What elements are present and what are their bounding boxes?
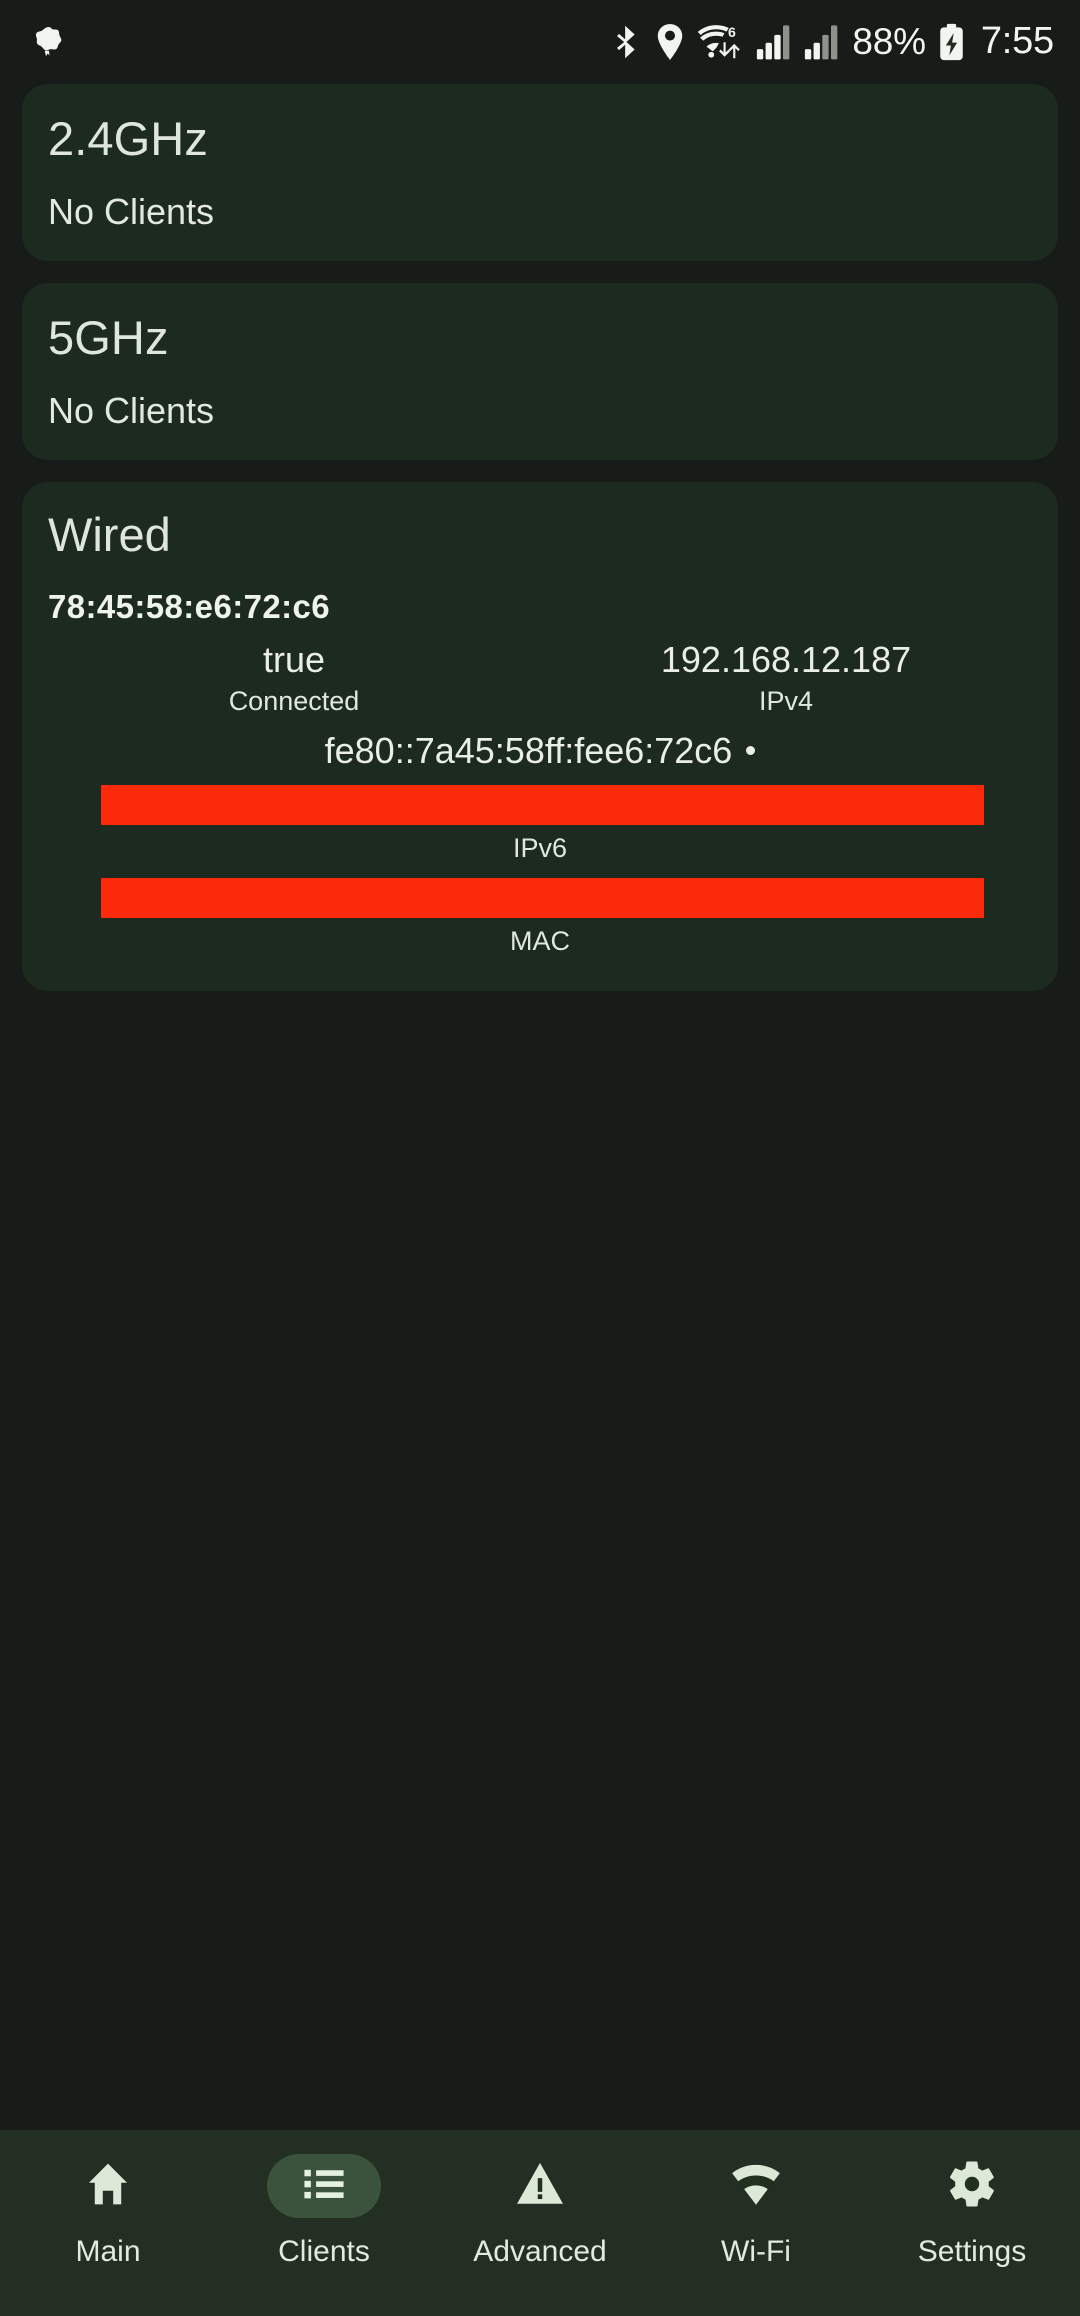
nav-item-main[interactable]: Main xyxy=(0,2154,216,2268)
bluetooth-icon xyxy=(610,23,643,61)
band-card-5ghz[interactable]: 5GHz No Clients xyxy=(22,283,1058,461)
wired-mac-heading: 78:45:58:e6:72:c6 xyxy=(48,587,330,625)
clients-list: 2.4GHz No Clients 5GHz No Clients Wired … xyxy=(0,84,1080,2130)
clock-label: 7:55 xyxy=(980,20,1054,62)
nav-item-wifi[interactable]: Wi-Fi xyxy=(648,2154,864,2268)
nav-item-clients[interactable]: Clients xyxy=(216,2154,432,2268)
signal-bars-1-icon xyxy=(756,23,791,61)
gear-icon xyxy=(945,2157,999,2216)
wired-mac-label: MAC xyxy=(510,925,570,956)
wired-card-title: Wired xyxy=(48,508,171,562)
band-card-title: 2.4GHz xyxy=(48,112,208,165)
nav-label-settings: Settings xyxy=(917,2235,1027,2268)
nav-item-advanced[interactable]: Advanced xyxy=(432,2154,648,2268)
home-icon xyxy=(82,2158,134,2215)
nav-label-main: Main xyxy=(75,2235,141,2268)
nav-pill-main xyxy=(51,2154,165,2218)
signal-bars-2-icon xyxy=(804,23,839,61)
wired-mac-block: MAC xyxy=(48,877,1032,957)
nav-item-settings[interactable]: Settings xyxy=(864,2154,1080,2268)
bullet-dot-icon xyxy=(746,746,756,756)
battery-percent-label: 88% xyxy=(852,20,926,62)
bottom-navigation-bar: Main Clients Advanced Wi-Fi Settings xyxy=(0,2130,1080,2316)
phone-screen: 6 88% 7:55 2.4GHz No Clients 5GHz No Cli… xyxy=(0,0,1080,2316)
nav-pill-wifi xyxy=(699,2154,813,2218)
band-card-subtitle: No Clients xyxy=(48,191,215,233)
app-notification-icon xyxy=(30,23,68,61)
wired-ipv6-label: IPv6 xyxy=(512,832,568,863)
status-bar: 6 88% 7:55 xyxy=(0,0,1080,84)
wired-ipv6-value-wrap: fe80::7a45:58ff:fee6:72c6 xyxy=(48,729,1032,771)
wifi-icon xyxy=(729,2157,783,2216)
band-card-24ghz[interactable]: 2.4GHz No Clients xyxy=(22,84,1058,262)
wired-ipv6-block: fe80::7a45:58ff:fee6:72c6 IPv6 xyxy=(48,729,1032,864)
wired-ipv6-value: fe80::7a45:58ff:fee6:72c6 xyxy=(324,729,733,771)
nav-pill-settings xyxy=(915,2154,1029,2218)
location-pin-icon xyxy=(656,23,684,61)
warning-triangle-icon xyxy=(513,2157,567,2216)
redaction-bar-ipv6 xyxy=(101,784,984,825)
wired-card[interactable]: Wired 78:45:58:e6:72:c6 true Connected 1… xyxy=(22,482,1058,992)
nav-label-wifi: Wi-Fi xyxy=(721,2235,791,2268)
battery-charging-icon xyxy=(939,23,964,61)
wired-connected-cell: true Connected xyxy=(48,639,540,716)
wired-ipv4-label: IPv4 xyxy=(758,685,814,716)
wired-ipv4-value: 192.168.12.187 xyxy=(660,639,912,681)
wired-connected-value: true xyxy=(262,639,326,681)
band-card-subtitle: No Clients xyxy=(48,390,215,432)
wired-ipv4-cell: 192.168.12.187 IPv4 xyxy=(540,639,1032,716)
nav-pill-clients xyxy=(267,2154,381,2218)
nav-label-wifi-advanced: Advanced xyxy=(473,2235,607,2268)
wired-connected-label: Connected xyxy=(228,685,360,716)
redaction-bar-mac xyxy=(101,877,984,918)
nav-pill-advanced xyxy=(483,2154,597,2218)
list-icon xyxy=(299,2159,349,2214)
wifi-6-icon: 6 xyxy=(697,22,743,62)
status-bar-right: 6 88% 7:55 xyxy=(610,22,1054,62)
wired-row-connected-ipv4: true Connected 192.168.12.187 IPv4 xyxy=(48,639,1032,716)
nav-label-clients: Clients xyxy=(278,2235,370,2268)
status-bar-left xyxy=(30,23,68,61)
band-card-title: 5GHz xyxy=(48,311,169,365)
svg-text:6: 6 xyxy=(728,24,736,40)
